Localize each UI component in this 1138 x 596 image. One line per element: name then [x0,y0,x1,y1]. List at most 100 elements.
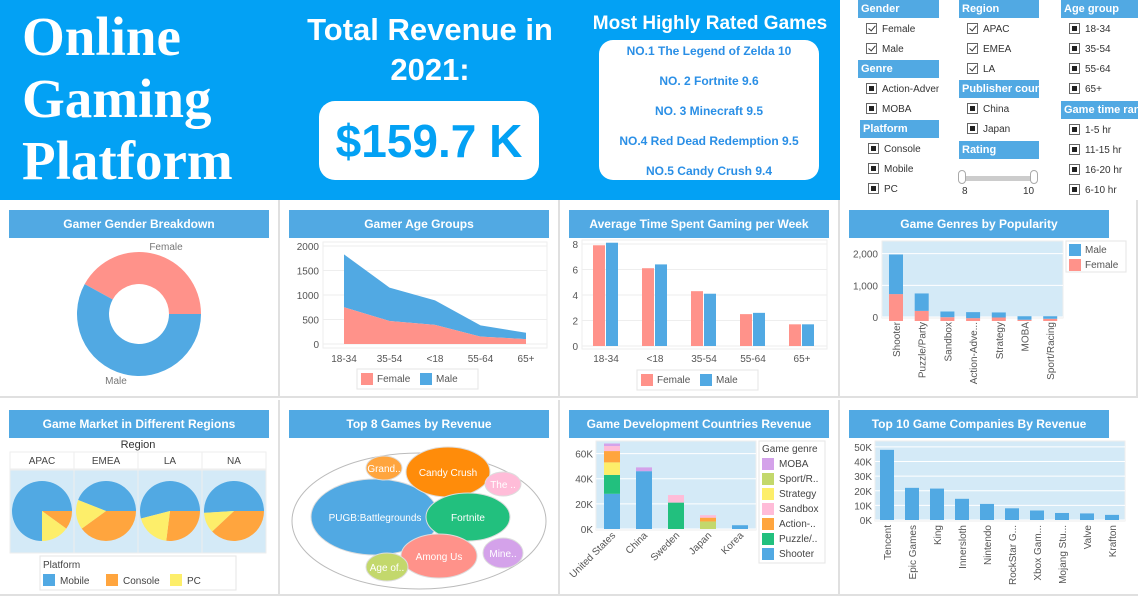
filter-option-moba[interactable]: MOBA [866,102,939,118]
legend-label: PC [187,576,201,587]
filter-option-female[interactable]: Female [866,22,939,38]
rating-max-label: 10 [1023,186,1035,197]
panel-age: Gamer Age Groups 0 500 1000 1500 2000 18-34 35… [280,200,560,398]
filter-option-16-20-hr[interactable]: 16-20 hr [1069,163,1138,179]
checkbox-checked-icon[interactable] [967,43,978,54]
checkbox-partial-icon[interactable] [868,143,879,154]
bar-male [655,264,667,346]
genres-chart: 0 1,000 2,000 Shooter Puzzle/Party Sandbox Act… [853,240,1127,384]
panel-top8: Top 8 Games by Revenue PUGB:Battleground… [280,400,560,596]
x-tick-label: MOBA [1021,322,1032,352]
x-tick-label: Sport/Racing [1046,322,1057,380]
filter-option-mobile[interactable]: Mobile [868,162,939,178]
filter-option-japan[interactable]: Japan [967,122,1039,138]
plot-area [881,240,1064,319]
filter-option-55-64[interactable]: 55-64 [1069,62,1138,78]
filter-option-apac[interactable]: APAC [967,22,1039,38]
facet-label: NA [227,456,241,467]
legend-swatch-female [361,373,373,385]
rating-slider-min-handle[interactable] [958,170,966,184]
bar-segment [700,515,716,518]
rated-game-item: NO. 3 Minecraft 9.5 [654,104,764,118]
facet-label: EMEA [92,456,121,467]
bar-segment [700,521,716,529]
y-tick-label: 60K [575,450,593,461]
legend-swatch-male [700,374,712,386]
bubble-label: Age of.. [370,563,404,574]
filter-option-1-5-hr[interactable]: 1-5 hr [1069,123,1138,139]
slice-label: Male [105,376,127,387]
bubble-label: The .. [490,480,516,491]
checkbox-partial-icon[interactable] [866,103,877,114]
legend-swatch-male [1069,244,1081,256]
x-tick-label: 18-34 [331,354,357,365]
filter-option-la[interactable]: LA [967,62,1039,78]
checkbox-checked-icon[interactable] [866,43,877,54]
bar-segment [668,495,684,503]
bar [1005,508,1019,520]
rating-slider-track[interactable] [961,176,1035,181]
filter-option-18-34[interactable]: 18-34 [1069,22,1138,38]
checkbox-partial-icon[interactable] [1069,43,1080,54]
filter-option-label: LA [983,64,996,75]
filter-option-11-15-hr[interactable]: 11-15 hr [1069,143,1138,159]
filter-option-pc[interactable]: PC [868,182,939,198]
checkbox-partial-icon[interactable] [1069,23,1080,34]
filter-option-console[interactable]: Console [868,142,939,158]
filter-option-label: 35-54 [1085,44,1111,55]
checkbox-checked-icon[interactable] [967,63,978,74]
filter-option-6-10-hr[interactable]: 6-10 hr [1069,183,1138,199]
checkbox-partial-icon[interactable] [1069,164,1080,175]
bubble-label: Among Us [416,552,463,563]
filter-option-male[interactable]: Male [866,42,939,58]
legend-label: Male [436,374,458,385]
bar-male [914,293,929,311]
filter-header-gender: Gender [858,0,939,18]
checkbox-checked-icon[interactable] [967,23,978,34]
bar-male [606,242,618,346]
filter-option-china[interactable]: China [967,102,1039,118]
filter-option-emea[interactable]: EMEA [967,42,1039,58]
filter-option-label: MOBA [882,104,912,115]
gender-chart: Female Male [76,242,201,387]
checkbox-partial-icon[interactable] [967,103,978,114]
bar-female [1043,318,1058,321]
legend-label: Female [377,374,411,385]
x-tick-label: Tencent [883,525,894,560]
checkbox-partial-icon[interactable] [1069,63,1080,74]
filter-option-action-adventure[interactable]: Action-Adventure [866,82,939,98]
header-banner: Online Gaming Platform Total Revenue in … [0,0,840,200]
x-tick-label: Epic Games [908,525,919,579]
checkbox-partial-icon[interactable] [1069,144,1080,155]
x-tick-label: Innersloth [958,525,969,569]
bar [1055,512,1069,520]
x-tick-label: Xbox Gam... [1033,525,1044,581]
checkbox-partial-icon[interactable] [1069,184,1080,195]
legend-box [356,368,479,390]
bar [905,487,919,520]
filter-option-35-54[interactable]: 35-54 [1069,42,1138,58]
checkbox-partial-icon[interactable] [967,123,978,134]
bar-segment [604,462,620,475]
x-tick-label: Nintendo [983,525,994,565]
x-tick-label: 18-34 [593,354,619,365]
slice-label: Female [149,242,183,253]
checkbox-partial-icon[interactable] [1069,83,1080,94]
x-tick-label: 65+ [518,354,535,365]
bar-female [940,317,955,321]
legend-label: Sandbox [779,504,818,515]
checkbox-partial-icon[interactable] [1069,124,1080,135]
checkbox-checked-icon[interactable] [866,23,877,34]
filter-option-65-[interactable]: 65+ [1069,82,1138,98]
bar-female [914,310,929,321]
legend-swatch-female [641,374,653,386]
checkbox-partial-icon[interactable] [866,83,877,94]
y-tick-label: 30K [854,472,872,483]
checkbox-partial-icon[interactable] [868,183,879,194]
checkbox-partial-icon[interactable] [868,163,879,174]
legend-swatch [762,488,774,500]
facet-title: Region [121,439,156,451]
rating-slider-max-handle[interactable] [1030,170,1038,184]
bar-female [991,317,1006,321]
bar [980,503,994,520]
